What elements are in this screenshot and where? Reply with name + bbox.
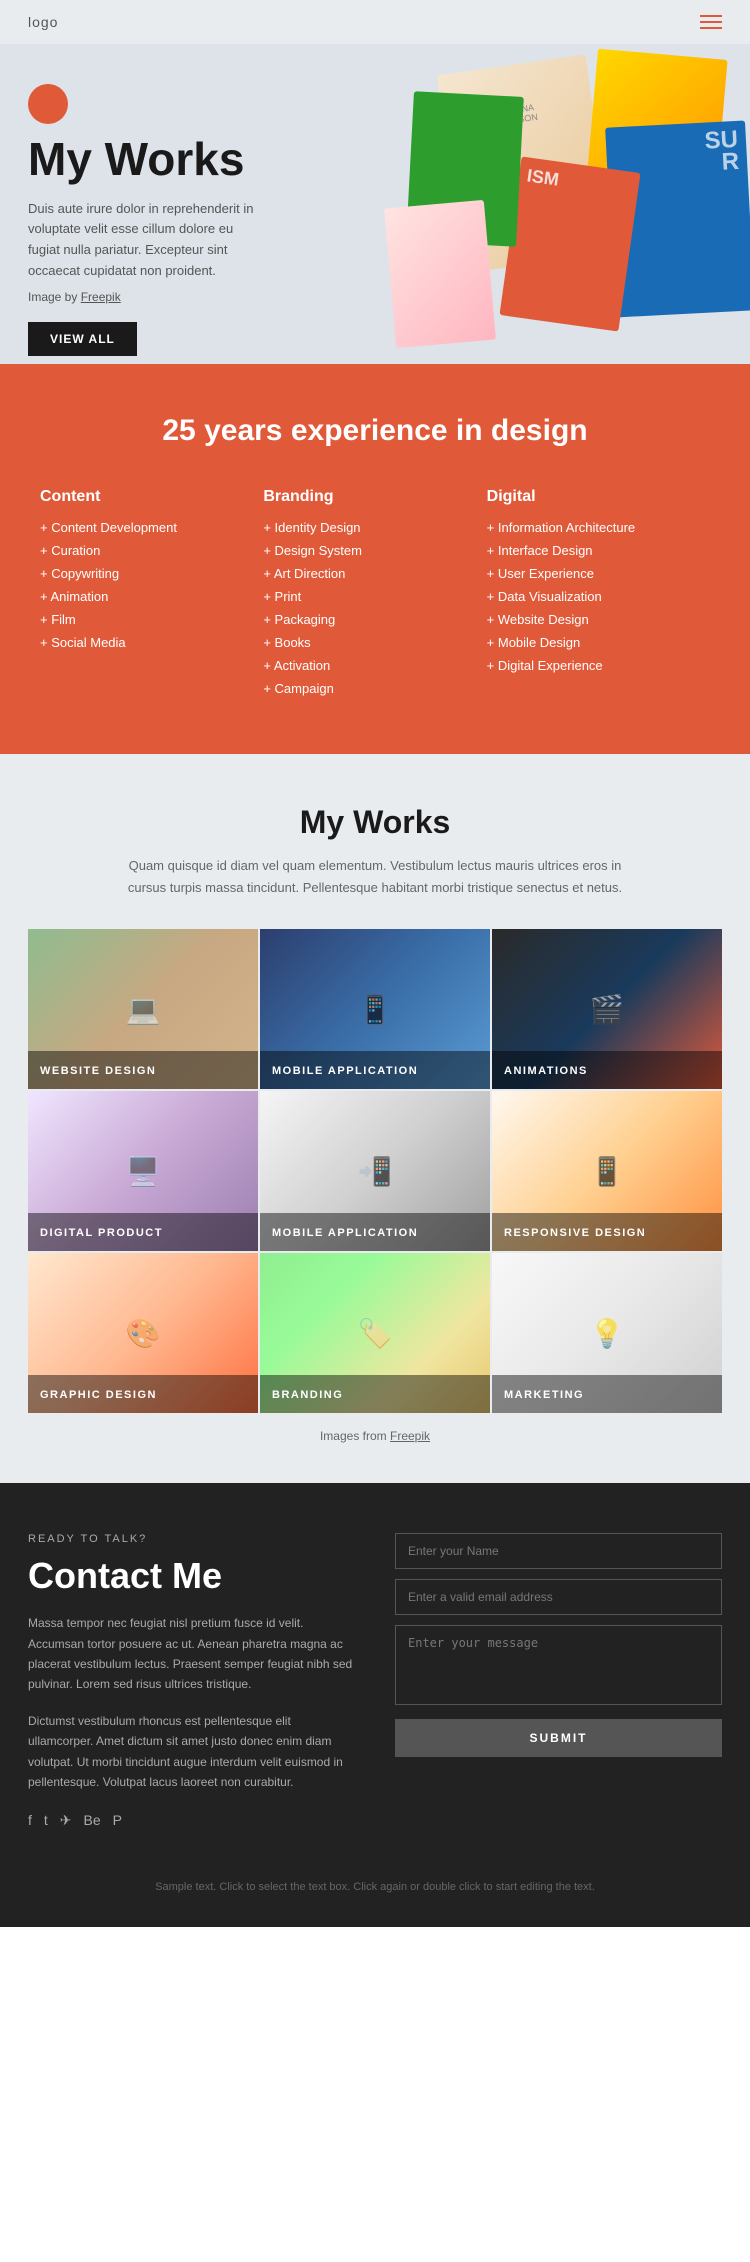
contact-social: f t ✈ Be P (28, 1812, 355, 1829)
portfolio-item-website[interactable]: 💻 WEBSITE DESIGN (28, 929, 258, 1089)
hero-section: My Works Duis aute irure dolor in repreh… (0, 44, 750, 364)
exp-item: Digital Experience (487, 658, 710, 673)
hamburger-menu[interactable] (700, 15, 722, 29)
portfolio-item-mobile1[interactable]: 📱 MOBILE APPLICATION (260, 929, 490, 1089)
hero-description: Duis aute irure dolor in reprehenderit i… (28, 199, 268, 282)
freepik-link[interactable]: Freepik (390, 1429, 430, 1443)
exp-item: Data Visualization (487, 589, 710, 604)
hamburger-line (700, 21, 722, 23)
portfolio-overlay: WEBSITE DESIGN (28, 1051, 258, 1089)
portfolio-overlay: ANIMATIONS (492, 1051, 722, 1089)
portfolio-label: MOBILE APPLICATION (272, 1227, 418, 1239)
contact-left: READY TO TALK? Contact Me Massa tempor n… (28, 1533, 355, 1829)
contact-ready-label: READY TO TALK? (28, 1533, 355, 1545)
exp-col-branding: Branding Identity Design Design System A… (263, 488, 486, 704)
exp-col-digital: Digital Information Architecture Interfa… (487, 488, 710, 704)
portfolio-overlay: DIGITAL PRODUCT (28, 1213, 258, 1251)
portfolio-item-responsive[interactable]: 📱 RESPONSIVE DESIGN (492, 1091, 722, 1251)
exp-item: Curation (40, 543, 263, 558)
footer-note: Sample text. Click to select the text bo… (0, 1859, 750, 1927)
exp-item: Social Media (40, 635, 263, 650)
portfolio-item-graphic[interactable]: 🎨 GRAPHIC DESIGN (28, 1253, 258, 1413)
exp-item: Mobile Design (487, 635, 710, 650)
portfolio-label: RESPONSIVE DESIGN (504, 1227, 646, 1239)
footer-note-text: Sample text. Click to select the text bo… (28, 1879, 722, 1897)
contact-desc-2: Dictumst vestibulum rhoncus est pellente… (28, 1711, 355, 1793)
exp-item: Books (263, 635, 486, 650)
navbar: logo (0, 0, 750, 44)
hero-card-6 (384, 200, 496, 348)
portfolio-overlay: GRAPHIC DESIGN (28, 1375, 258, 1413)
contact-desc-1: Massa tempor nec feugiat nisl pretium fu… (28, 1613, 355, 1695)
exp-item: Campaign (263, 681, 486, 696)
portfolio-label: MARKETING (504, 1389, 584, 1401)
exp-item: Identity Design (263, 520, 486, 535)
portfolio-label: BRANDING (272, 1389, 343, 1401)
portfolio-overlay: MOBILE APPLICATION (260, 1213, 490, 1251)
myworks-title: My Works (28, 804, 722, 841)
portfolio-item-marketing[interactable]: 💡 MARKETING (492, 1253, 722, 1413)
exp-item: Copywriting (40, 566, 263, 581)
message-input[interactable] (395, 1625, 722, 1705)
experience-section: 25 years experience in design Content Co… (0, 364, 750, 754)
portfolio-grid: 💻 WEBSITE DESIGN 📱 MOBILE APPLICATION 🎬 … (28, 929, 722, 1413)
contact-title: Contact Me (28, 1555, 355, 1597)
behance-icon[interactable]: Be (84, 1812, 101, 1829)
portfolio-item-mobile2[interactable]: 📲 MOBILE APPLICATION (260, 1091, 490, 1251)
view-all-button[interactable]: VIEW ALL (28, 322, 137, 356)
portfolio-label: WEBSITE DESIGN (40, 1065, 156, 1077)
contact-section: READY TO TALK? Contact Me Massa tempor n… (0, 1483, 750, 1859)
portfolio-item-animations[interactable]: 🎬 ANIMATIONS (492, 929, 722, 1089)
hamburger-line (700, 15, 722, 17)
contact-right: SUBMIT (395, 1533, 722, 1829)
hero-circle-decoration (28, 84, 68, 124)
submit-button[interactable]: SUBMIT (395, 1719, 722, 1757)
pinterest-icon[interactable]: P (113, 1812, 122, 1829)
portfolio-item-digital[interactable]: 🖥️ DIGITAL PRODUCT (28, 1091, 258, 1251)
name-input[interactable] (395, 1533, 722, 1569)
exp-item: Activation (263, 658, 486, 673)
exp-item: Print (263, 589, 486, 604)
portfolio-overlay: RESPONSIVE DESIGN (492, 1213, 722, 1251)
exp-item: Art Direction (263, 566, 486, 581)
images-credit: Images from Freepik (28, 1429, 722, 1443)
portfolio-label: DIGITAL PRODUCT (40, 1227, 163, 1239)
exp-item: Animation (40, 589, 263, 604)
logo: logo (28, 14, 58, 30)
myworks-section: My Works Quam quisque id diam vel quam e… (0, 754, 750, 1483)
email-input[interactable] (395, 1579, 722, 1615)
exp-item: User Experience (487, 566, 710, 581)
twitter-icon[interactable]: t (44, 1812, 48, 1829)
portfolio-label: MOBILE APPLICATION (272, 1065, 418, 1077)
myworks-description: Quam quisque id diam vel quam elementum.… (125, 855, 625, 899)
facebook-icon[interactable]: f (28, 1812, 32, 1829)
experience-title: 25 years experience in design (40, 414, 710, 448)
portfolio-label: GRAPHIC DESIGN (40, 1389, 157, 1401)
exp-item: Information Architecture (487, 520, 710, 535)
hero-card-4: ISM (499, 156, 640, 331)
exp-item: Content Development (40, 520, 263, 535)
portfolio-overlay: MARKETING (492, 1375, 722, 1413)
experience-columns: Content Content Development Curation Cop… (40, 488, 710, 704)
hero-credit-link[interactable]: Freepik (81, 290, 121, 304)
instagram-icon[interactable]: ✈ (60, 1812, 72, 1829)
exp-item: Website Design (487, 612, 710, 627)
exp-item: Film (40, 612, 263, 627)
exp-item: Design System (263, 543, 486, 558)
exp-item: Packaging (263, 612, 486, 627)
exp-col-content-title: Content (40, 488, 263, 506)
hamburger-line (700, 27, 722, 29)
exp-col-digital-title: Digital (487, 488, 710, 506)
portfolio-item-branding[interactable]: 🏷️ BRANDING (260, 1253, 490, 1413)
portfolio-overlay: BRANDING (260, 1375, 490, 1413)
exp-col-branding-title: Branding (263, 488, 486, 506)
portfolio-label: ANIMATIONS (504, 1065, 588, 1077)
hero-images: KARINADRYSON SUR ISM (360, 44, 750, 364)
portfolio-overlay: MOBILE APPLICATION (260, 1051, 490, 1089)
exp-col-content: Content Content Development Curation Cop… (40, 488, 263, 704)
exp-item: Interface Design (487, 543, 710, 558)
contact-form: SUBMIT (395, 1533, 722, 1757)
